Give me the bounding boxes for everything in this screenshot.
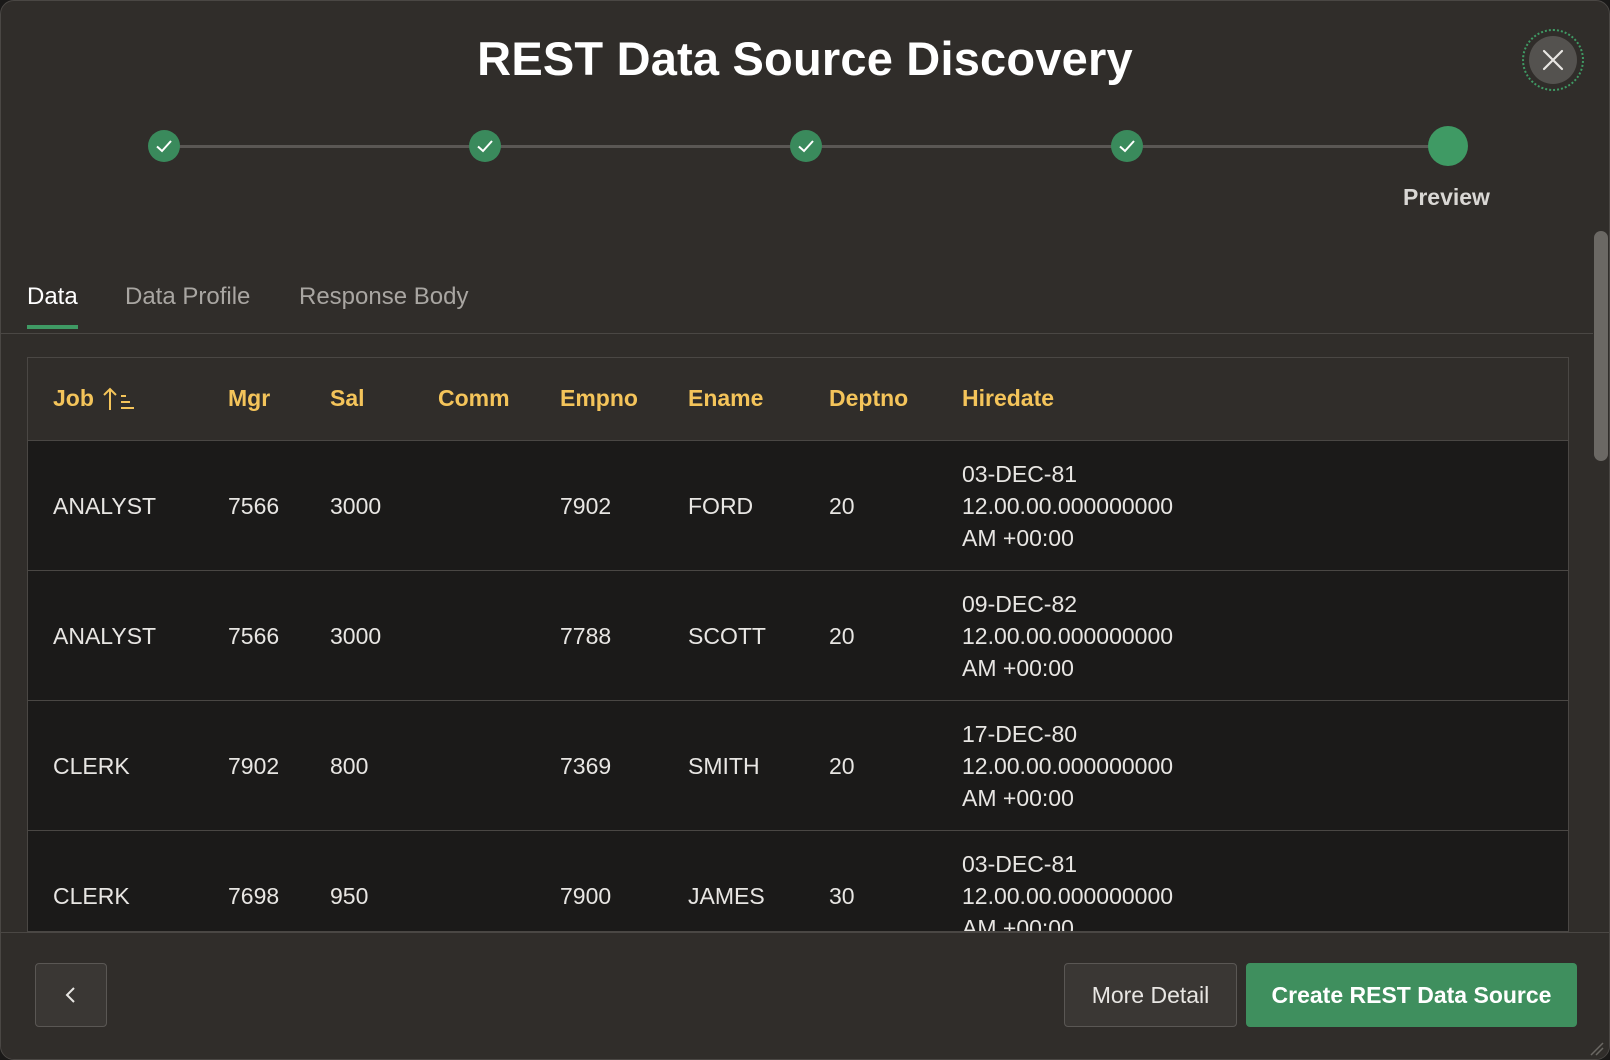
- table-row: ANALYST 7566 3000 7788 SCOTT 20 09-DEC-8…: [28, 571, 1568, 701]
- cell-deptno: 20: [829, 492, 855, 519]
- data-grid: Job Mgr Sal Comm Empno Ename Deptno Hire…: [27, 357, 1569, 932]
- wizard-step-4: [1111, 130, 1143, 162]
- table-row: CLERK 7698 950 7900 JAMES 30 03-DEC-81 1…: [28, 831, 1568, 932]
- create-rest-data-source-button[interactable]: Create REST Data Source: [1246, 963, 1577, 1027]
- tab-data[interactable]: Data: [27, 283, 78, 329]
- cell-deptno: 20: [829, 622, 855, 649]
- cell-deptno: 20: [829, 752, 855, 779]
- cell-empno: 7788: [560, 622, 612, 649]
- cell-hiredate: 09-DEC-82 12.00.00.000000000 AM +00:00: [962, 591, 1174, 681]
- cell-empno: 7900: [560, 882, 612, 909]
- table-row: CLERK 7902 800 7369 SMITH 20 17-DEC-80 1…: [28, 701, 1568, 831]
- column-header-job[interactable]: Job: [53, 385, 136, 412]
- cell-sal: 3000: [330, 492, 382, 519]
- cell-sal: 950: [330, 882, 369, 909]
- cell-sal: 3000: [330, 622, 382, 649]
- check-icon: [1119, 140, 1135, 153]
- cell-ename: SCOTT: [688, 622, 766, 649]
- column-header-comm[interactable]: Comm: [438, 385, 510, 412]
- tab-response-body[interactable]: Response Body: [299, 283, 468, 329]
- wizard-step-5-current: [1428, 126, 1468, 166]
- wizard-progress: Preview: [1, 1, 1609, 231]
- tab-data-profile[interactable]: Data Profile: [125, 283, 250, 329]
- cell-ename: FORD: [688, 492, 754, 519]
- tab-bar: Data Data Profile Response Body: [1, 271, 1593, 334]
- column-header-hiredate[interactable]: Hiredate: [962, 385, 1054, 412]
- cell-job: ANALYST: [53, 622, 157, 649]
- check-icon: [798, 140, 814, 153]
- table-row: ANALYST 7566 3000 7902 FORD 20 03-DEC-81…: [28, 441, 1568, 571]
- cell-empno: 7369: [560, 752, 612, 779]
- cell-mgr: 7698: [228, 882, 280, 909]
- cell-mgr: 7902: [228, 752, 280, 779]
- wizard-step-3: [790, 130, 822, 162]
- cell-job: CLERK: [53, 752, 130, 779]
- dialog-footer: More Detail Create REST Data Source: [1, 932, 1609, 1059]
- cell-ename: SMITH: [688, 752, 760, 779]
- wizard-step-2: [469, 130, 501, 162]
- column-header-ename[interactable]: Ename: [688, 385, 763, 412]
- cell-job: ANALYST: [53, 492, 157, 519]
- cell-job: CLERK: [53, 882, 130, 909]
- check-icon: [477, 140, 493, 153]
- scrollbar-thumb[interactable]: [1594, 231, 1608, 461]
- cell-hiredate: 03-DEC-81 12.00.00.000000000 AM +00:00: [962, 461, 1174, 551]
- sort-ascending-icon: [103, 387, 134, 410]
- more-detail-button[interactable]: More Detail: [1064, 963, 1237, 1027]
- cell-mgr: 7566: [228, 622, 280, 649]
- grid-header: Job Mgr Sal Comm Empno Ename Deptno Hire…: [28, 358, 1568, 441]
- column-header-mgr[interactable]: Mgr: [228, 385, 270, 412]
- cell-hiredate: 17-DEC-80 12.00.00.000000000 AM +00:00: [962, 721, 1174, 811]
- cell-mgr: 7566: [228, 492, 280, 519]
- back-button[interactable]: [35, 963, 107, 1027]
- wizard-current-label: Preview: [1403, 184, 1490, 210]
- column-header-deptno[interactable]: Deptno: [829, 385, 908, 412]
- cell-ename: JAMES: [688, 882, 765, 909]
- dialog: REST Data Source Discovery Preview Data …: [0, 0, 1610, 1060]
- column-header-sal[interactable]: Sal: [330, 385, 365, 412]
- cell-sal: 800: [330, 752, 369, 779]
- cell-empno: 7902: [560, 492, 612, 519]
- chevron-left-icon: [65, 987, 75, 1003]
- wizard-step-1: [148, 130, 180, 162]
- cell-deptno: 30: [829, 882, 855, 909]
- cell-hiredate: 03-DEC-81 12.00.00.000000000 AM +00:00: [962, 851, 1174, 932]
- check-icon: [156, 140, 172, 153]
- column-header-empno[interactable]: Empno: [560, 385, 638, 412]
- resize-grip-icon[interactable]: [1587, 1039, 1605, 1057]
